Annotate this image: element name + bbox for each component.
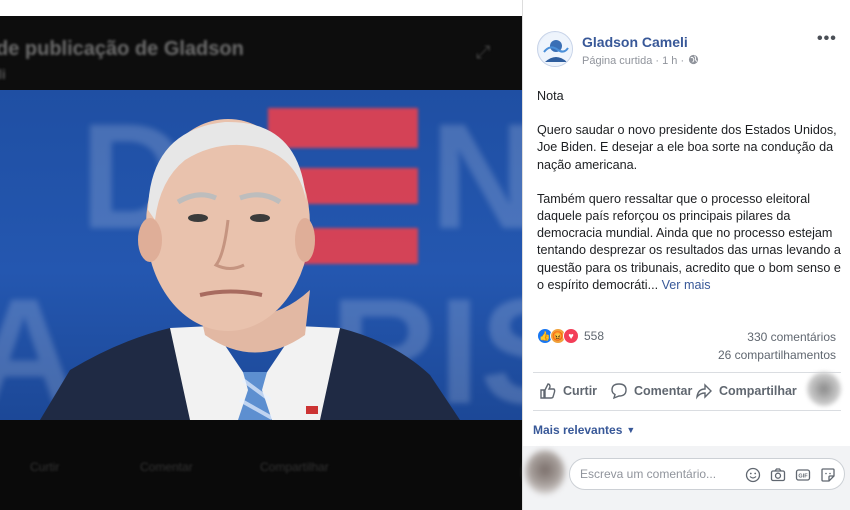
comment-icon	[611, 383, 627, 400]
viewer-footer: Curtir Comentar Compartilhar	[0, 420, 522, 510]
comment-composer: Escreva um comentário... GIF	[523, 446, 850, 510]
thumbs-up-icon	[540, 383, 556, 399]
globe-icon	[688, 54, 699, 68]
comment-sort-dropdown[interactable]: Mais relevantes ▼	[533, 423, 635, 437]
page-avatar[interactable]	[537, 31, 573, 67]
comment-placeholder: Escreva um comentário...	[580, 467, 717, 481]
camera-icon[interactable]	[769, 466, 786, 483]
divider	[533, 410, 841, 411]
viewer-header: de publicação de Gladson li ⤢	[0, 16, 522, 90]
shares-count[interactable]: 26 compartilhamentos	[718, 348, 836, 362]
comment-button[interactable]: Comentar	[610, 382, 692, 400]
footer-comment[interactable]: Comentar	[140, 460, 193, 474]
panel-top-strip	[523, 0, 850, 16]
svg-text:GIF: GIF	[798, 473, 808, 479]
love-reaction-icon: ♥	[563, 328, 579, 344]
comment-tools: GIF	[744, 466, 836, 483]
post-paragraph-last: Também quero ressaltar que o processo el…	[537, 191, 841, 294]
comment-input[interactable]: Escreva um comentário... GIF	[569, 458, 845, 490]
post-paragraph: Nota	[537, 89, 564, 103]
comment-sort-label: Mais relevantes	[533, 423, 623, 437]
post-text: Nota Quero saudar o novo presidente dos …	[537, 88, 841, 311]
page-name[interactable]: Gladson Cameli	[582, 34, 688, 50]
post-meta: Página curtida · 1 h ·	[582, 54, 699, 68]
post-meta-text: Página curtida · 1 h ·	[582, 55, 685, 67]
post-paragraph: Também quero ressaltar que o processo el…	[537, 191, 841, 292]
share-label: Compartilhar	[719, 384, 797, 398]
more-options-icon[interactable]: •••	[817, 30, 837, 48]
divider	[533, 372, 841, 373]
viewer-subtitle: li	[0, 66, 6, 82]
page-avatar-image	[539, 33, 572, 66]
user-avatar	[525, 450, 565, 494]
gif-icon[interactable]: GIF	[794, 466, 811, 483]
post-photo[interactable]: I D N A RIS	[0, 90, 522, 420]
sticker-icon[interactable]	[819, 466, 836, 483]
viewer-avatar[interactable]	[807, 372, 841, 406]
comments-count[interactable]: 330 comentários	[747, 330, 836, 344]
share-icon	[695, 383, 712, 400]
caret-down-icon: ▼	[626, 425, 636, 435]
post-panel: Gladson Cameli Página curtida · 1 h · ••…	[522, 0, 850, 510]
share-button[interactable]: Compartilhar	[695, 382, 797, 400]
viewer-top-strip	[0, 0, 522, 16]
comment-label: Comentar	[634, 384, 693, 398]
post-paragraph: Quero saudar o novo presidente dos Estad…	[537, 123, 837, 172]
see-more-link[interactable]: Ver mais	[662, 278, 711, 292]
like-button[interactable]: Curtir	[539, 382, 597, 400]
photo-viewer: de publicação de Gladson li ⤢ I D N A RI…	[0, 0, 522, 510]
footer-share[interactable]: Compartilhar	[260, 460, 329, 474]
reactions-summary[interactable]: 👍 😡 ♥ 558	[537, 328, 604, 344]
reaction-count: 558	[584, 329, 605, 343]
emoji-icon[interactable]	[744, 466, 761, 483]
person-photo	[40, 119, 460, 420]
like-label: Curtir	[563, 384, 598, 398]
expand-icon[interactable]: ⤢	[476, 42, 490, 63]
viewer-title: de publicação de Gladson	[0, 38, 244, 60]
footer-like[interactable]: Curtir	[30, 460, 59, 474]
